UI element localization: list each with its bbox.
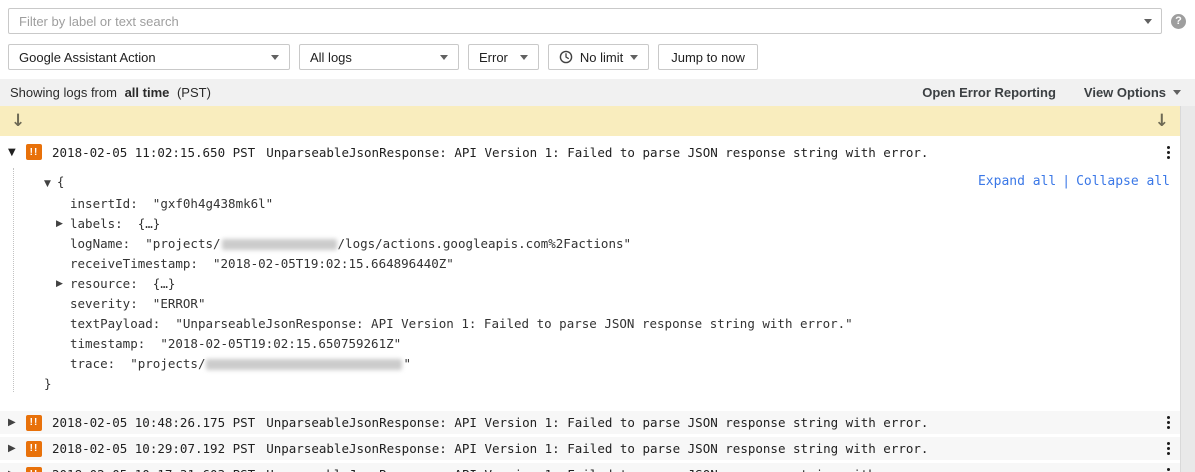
jump-to-now-button[interactable]: Jump to now — [658, 44, 758, 70]
json-field-logName: logName: "projects//logs/actions.googlea… — [44, 234, 1180, 254]
log-message: UnparseableJsonResponse: API Version 1: … — [266, 145, 928, 160]
json-field-severity: severity: "ERROR" — [44, 294, 1180, 314]
filter-row: ? — [0, 0, 1195, 39]
error-severity-badge: !! — [26, 467, 42, 472]
json-key: logName: — [70, 236, 138, 251]
json-value: {…} — [138, 216, 161, 231]
json-key: timestamp: — [70, 336, 153, 351]
redacted-blur — [222, 239, 337, 250]
expand-entry-icon[interactable]: ▶ — [8, 417, 24, 428]
chevron-down-icon — [1173, 90, 1181, 95]
json-value: "projects/" — [130, 356, 411, 371]
showing-logs-prefix: Showing logs from — [10, 85, 121, 100]
download-newer-logs-left-arrow-icon[interactable]: ↓ — [11, 113, 25, 130]
log-entry-row[interactable]: ▶ !! 2018-02-05 10:29:07.192 PST Unparsea… — [0, 437, 1180, 460]
error-severity-badge: !! — [26, 441, 42, 457]
collapse-entry-icon[interactable]: ▼ — [8, 147, 24, 158]
time-limit-dropdown[interactable]: No limit — [548, 44, 649, 70]
showing-logs-text: Showing logs from all time (PST) — [10, 85, 215, 100]
json-key: receiveTimestamp: — [70, 256, 205, 271]
json-value: "2018-02-05T19:02:15.664896440Z" — [213, 256, 454, 271]
clock-icon — [559, 50, 573, 64]
log-timestamp: 2018-02-05 10:29:07.192 PST — [52, 441, 255, 456]
more-options-icon[interactable] — [1161, 142, 1176, 163]
json-key: trace: — [70, 356, 123, 371]
filter-dropdown-caret-icon[interactable] — [1144, 19, 1152, 24]
time-limit-label: No limit — [580, 50, 623, 65]
expanded-log-json: Expand all|Collapse all ▼{ insertId: "gx… — [0, 166, 1180, 408]
more-options-icon[interactable] — [1161, 464, 1176, 472]
showing-logs-timezone: (PST) — [173, 85, 211, 100]
download-newer-logs-right-arrow-icon[interactable]: ↓ — [1155, 113, 1169, 130]
showing-logs-range: all time — [125, 85, 170, 100]
json-value: "2018-02-05T19:02:15.650759261Z" — [160, 336, 401, 351]
expand-node-icon[interactable]: ▶ — [56, 214, 63, 234]
vertical-scrollbar[interactable] — [1180, 106, 1195, 472]
open-error-reporting-link[interactable]: Open Error Reporting — [922, 85, 1056, 100]
chevron-down-icon — [520, 55, 528, 60]
expand-entry-icon[interactable]: ▶ — [8, 443, 24, 454]
filter-input-wrapper — [8, 8, 1162, 34]
json-value: "projects//logs/actions.googleapis.com%2… — [145, 236, 631, 251]
severity-selector-dropdown[interactable]: Error — [468, 44, 539, 70]
chevron-down-icon — [630, 55, 638, 60]
expand-node-icon[interactable]: ▶ — [56, 274, 63, 294]
more-options-icon[interactable] — [1161, 412, 1176, 433]
view-options-label: View Options — [1084, 85, 1166, 100]
json-field-resource[interactable]: ▶ resource: {…} — [44, 274, 1180, 294]
log-list: ↓ ↓ ▼ !! 2018-02-05 11:02:15.650 PST Unpa… — [0, 106, 1195, 451]
json-key: insertId: — [70, 196, 145, 211]
log-message: UnparseableJsonResponse: API Version 1: … — [266, 415, 928, 430]
log-timestamp: 2018-02-05 10:17:31.603 PST — [52, 467, 255, 472]
json-key: labels: — [70, 216, 130, 231]
error-severity-badge: !! — [26, 415, 42, 431]
json-value: {…} — [153, 276, 176, 291]
log-entry-row[interactable]: ▼ !! 2018-02-05 11:02:15.650 PST Unparsea… — [0, 138, 1180, 166]
log-selector-dropdown[interactable]: All logs — [299, 44, 459, 70]
severity-selector-label: Error — [479, 50, 508, 65]
filter-input[interactable] — [8, 8, 1162, 34]
json-value: "UnparseableJsonResponse: API Version 1:… — [175, 316, 852, 331]
status-bar: Showing logs from all time (PST) Open Er… — [0, 79, 1195, 106]
log-message: UnparseableJsonResponse: API Version 1: … — [266, 441, 928, 456]
json-field-trace: trace: "projects/" — [44, 354, 1180, 374]
json-key: resource: — [70, 276, 145, 291]
chevron-down-icon — [440, 55, 448, 60]
log-timestamp: 2018-02-05 11:02:15.650 PST — [52, 145, 255, 160]
chevron-down-icon — [271, 55, 279, 60]
json-field-receiveTimestamp: receiveTimestamp: "2018-02-05T19:02:15.6… — [44, 254, 1180, 274]
json-field-labels[interactable]: ▶ labels: {…} — [44, 214, 1180, 234]
tree-guide-line — [13, 168, 14, 392]
view-options-menu[interactable]: View Options — [1084, 85, 1181, 100]
json-open-brace: { — [57, 174, 65, 189]
json-key: textPayload: — [70, 316, 168, 331]
log-entry-row[interactable]: ▶ !! 2018-02-05 10:17:31.603 PSTUnparsea… — [0, 463, 1180, 472]
redacted-blur — [206, 359, 402, 370]
resource-selector-label: Google Assistant Action — [19, 50, 156, 65]
json-root-line[interactable]: ▼{ — [44, 172, 1180, 194]
toolbar: Google Assistant Action All logs Error N… — [0, 39, 1195, 79]
log-selector-label: All logs — [310, 50, 352, 65]
json-field-textPayload: textPayload: "UnparseableJsonResponse: A… — [44, 314, 1180, 334]
resource-selector-dropdown[interactable]: Google Assistant Action — [8, 44, 290, 70]
load-newer-logs-strip: ↓ ↓ — [0, 106, 1180, 136]
log-message: UnparseableJsonResponse: API Version 1: … — [266, 467, 928, 472]
log-timestamp: 2018-02-05 10:48:26.175 PST — [52, 415, 255, 430]
help-icon[interactable]: ? — [1171, 14, 1186, 29]
json-value: "ERROR" — [153, 296, 206, 311]
more-options-icon[interactable] — [1161, 438, 1176, 459]
error-severity-badge: !! — [26, 144, 42, 160]
collapse-node-icon[interactable]: ▼ — [44, 179, 51, 189]
json-field-timestamp: timestamp: "2018-02-05T19:02:15.65075926… — [44, 334, 1180, 354]
json-value: "gxf0h4g438mk6l" — [153, 196, 273, 211]
log-entry-row[interactable]: ▶ !! 2018-02-05 10:48:26.175 PST Unparsea… — [0, 411, 1180, 434]
json-key: severity: — [70, 296, 145, 311]
json-close-brace-line: } — [44, 374, 1180, 394]
json-close-brace: } — [44, 376, 52, 391]
json-field-insertId: insertId: "gxf0h4g438mk6l" — [44, 194, 1180, 214]
